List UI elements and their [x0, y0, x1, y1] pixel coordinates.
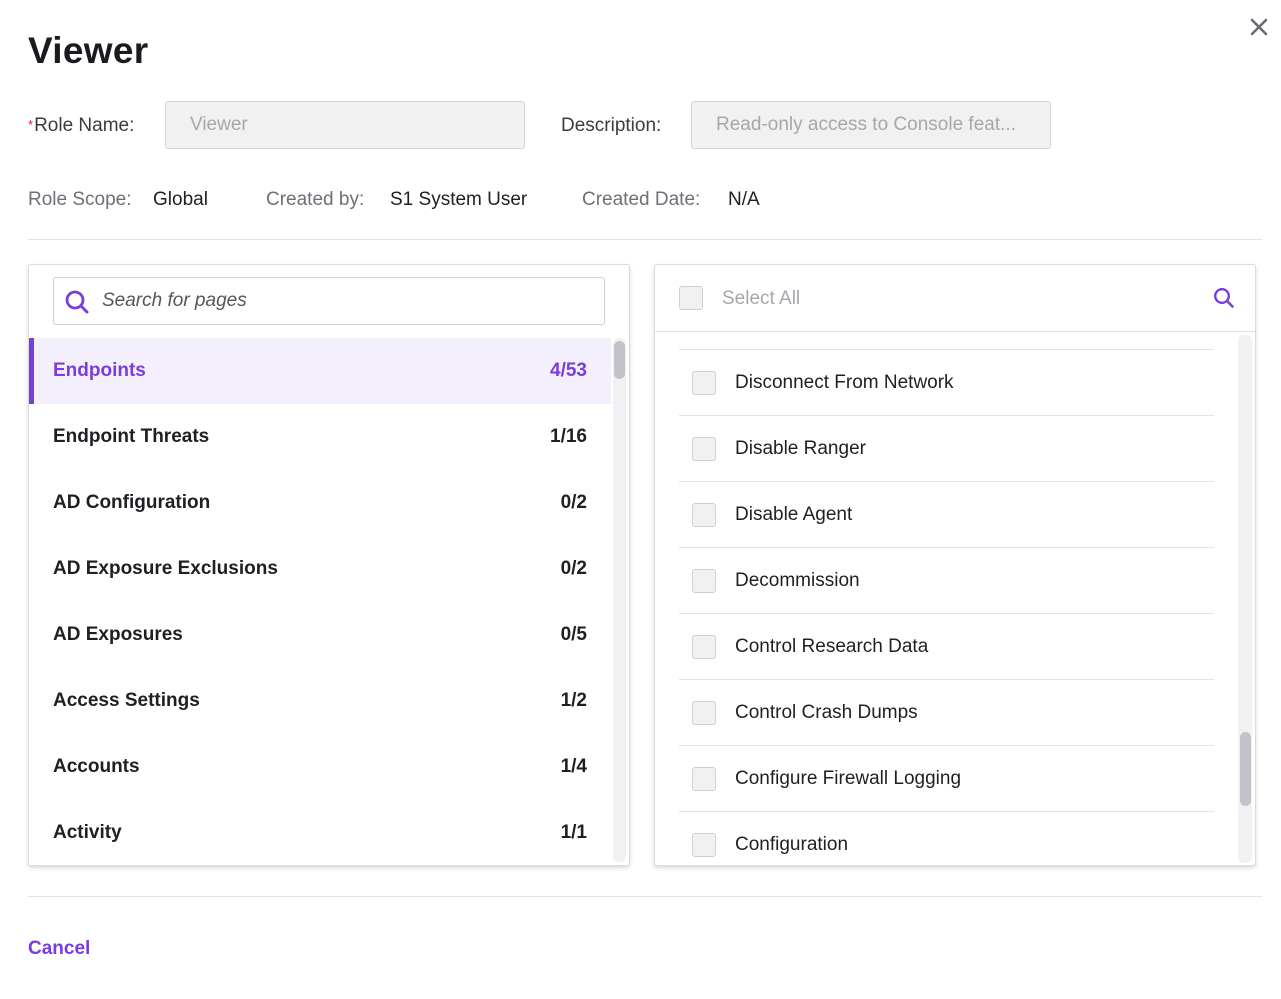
category-item-access-settings[interactable]: Access Settings 1/2: [29, 668, 611, 734]
permission-label: Disable Ranger: [735, 438, 866, 459]
pages-scrollbar-thumb[interactable]: [614, 341, 625, 379]
role-name-input[interactable]: Viewer: [165, 101, 525, 149]
search-pages-input[interactable]: Search for pages: [53, 277, 605, 325]
permission-item[interactable]: Disable Agent: [679, 482, 1214, 548]
permission-label: Control Crash Dumps: [735, 702, 918, 723]
category-count: 0/2: [560, 558, 587, 579]
category-name: Access Settings: [53, 690, 200, 711]
created-by-value: S1 System User: [390, 189, 528, 210]
description-input[interactable]: Read-only access to Console feat...: [691, 101, 1051, 149]
permission-item[interactable]: Disconnect From Network: [679, 350, 1214, 416]
category-item-ad-configuration[interactable]: AD Configuration 0/2: [29, 470, 611, 536]
permission-item[interactable]: Disable Ranger: [679, 416, 1214, 482]
permission-checkbox[interactable]: [692, 371, 716, 395]
permission-item[interactable]: Configure Firewall Logging: [679, 746, 1214, 812]
permission-checkbox[interactable]: [692, 767, 716, 791]
category-name: AD Configuration: [53, 492, 211, 513]
category-count: 4/53: [550, 360, 587, 381]
category-name: AD Exposures: [53, 624, 183, 645]
category-count: 1/4: [560, 756, 587, 777]
pages-scrollbar[interactable]: [613, 338, 626, 862]
permissions-scrollbar-thumb[interactable]: [1240, 732, 1251, 806]
permission-label: Decommission: [735, 570, 860, 591]
role-name-label: *Role Name:: [28, 115, 134, 137]
required-mark: *: [28, 117, 34, 132]
permission-label: Configuration: [735, 834, 849, 855]
select-all-label: Select All: [722, 288, 801, 309]
search-icon[interactable]: [1213, 287, 1235, 309]
category-count: 1/1: [560, 822, 587, 843]
created-date-value: N/A: [728, 189, 760, 210]
category-item-activity[interactable]: Activity 1/1: [29, 800, 611, 865]
permission-label: Configure Firewall Logging: [735, 768, 962, 789]
divider: [28, 896, 1262, 897]
permission-item[interactable]: Decommission: [679, 548, 1214, 614]
close-icon: [1250, 18, 1268, 36]
description-label: Description:: [561, 115, 662, 136]
select-all-checkbox[interactable]: [679, 286, 703, 310]
permission-checkbox[interactable]: [692, 437, 716, 461]
pages-panel: Search for pages Endpoints 4/53 Endpoint…: [28, 264, 630, 866]
permission-checkbox[interactable]: [692, 833, 716, 857]
permission-item[interactable]: Control Crash Dumps: [679, 680, 1214, 746]
category-name: Endpoints: [53, 360, 146, 381]
category-name: AD Exposure Exclusions: [53, 558, 278, 579]
permissions-panel: Select All Disconnect From Network Disab…: [654, 264, 1256, 866]
role-scope-label: Role Scope:: [28, 189, 132, 210]
category-item-ad-exposures[interactable]: AD Exposures 0/5: [29, 602, 611, 668]
permission-checkbox[interactable]: [692, 701, 716, 725]
permission-item[interactable]: Control Research Data: [679, 614, 1214, 680]
cancel-button[interactable]: Cancel: [28, 938, 90, 960]
created-date-label: Created Date:: [582, 189, 701, 210]
permission-label: Control Research Data: [735, 636, 929, 657]
divider: [28, 239, 1262, 240]
category-name: Activity: [53, 822, 122, 843]
permissions-header: Select All: [655, 265, 1255, 332]
search-icon: [65, 290, 89, 314]
role-name-label-text: Role Name:: [34, 115, 135, 136]
search-placeholder: Search for pages: [102, 290, 247, 311]
category-name: Endpoint Threats: [53, 426, 210, 447]
role-scope-value: Global: [153, 189, 208, 210]
category-item-ad-exposure-exclusions[interactable]: AD Exposure Exclusions 0/2: [29, 536, 611, 602]
permission-label: Disable Agent: [735, 504, 853, 525]
permission-checkbox[interactable]: [692, 569, 716, 593]
category-item-accounts[interactable]: Accounts 1/4: [29, 734, 611, 800]
category-name: Accounts: [53, 756, 140, 777]
permission-checkbox[interactable]: [692, 635, 716, 659]
created-by-label: Created by:: [266, 189, 365, 210]
category-count: 0/5: [560, 624, 587, 645]
category-count: 0/2: [560, 492, 587, 513]
permission-checkbox[interactable]: [692, 503, 716, 527]
permissions-scrollbar[interactable]: [1238, 335, 1252, 863]
category-count: 1/16: [550, 426, 587, 447]
category-item-endpoints[interactable]: Endpoints 4/53: [29, 338, 611, 404]
dialog-title: Viewer: [28, 30, 149, 71]
category-count: 1/2: [560, 690, 587, 711]
category-item-endpoint-threats[interactable]: Endpoint Threats 1/16: [29, 404, 611, 470]
permission-label: Disconnect From Network: [735, 372, 954, 393]
close-button[interactable]: [1248, 14, 1270, 40]
permission-item[interactable]: Configuration: [679, 812, 1214, 865]
